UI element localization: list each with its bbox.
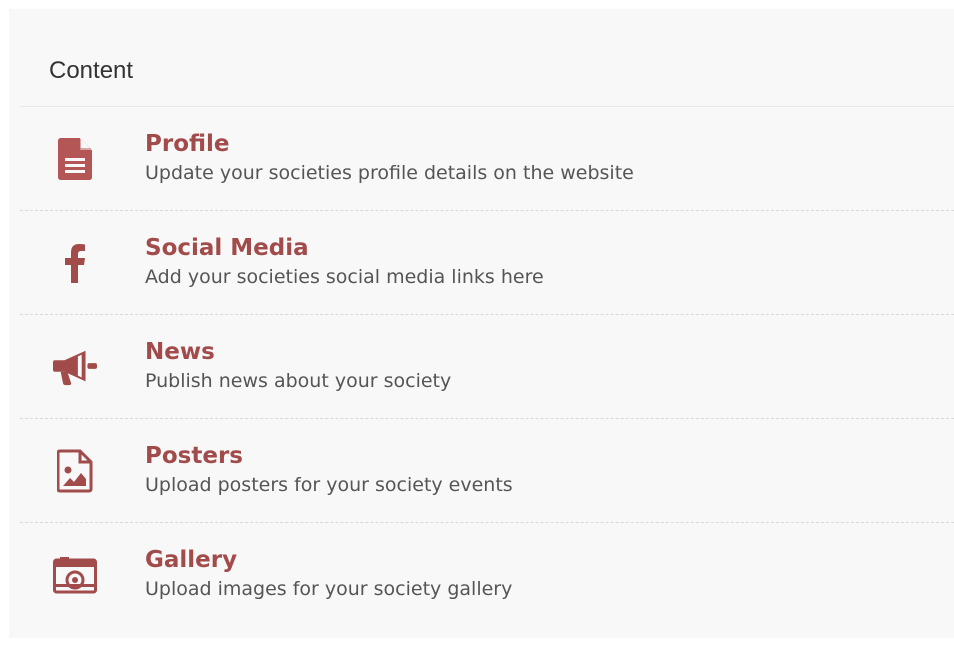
item-description: Upload images for your society gallery xyxy=(145,578,513,600)
image-file-icon xyxy=(53,449,97,493)
content-list: Profile Update your societies profile de… xyxy=(20,107,954,627)
item-title[interactable]: Social Media xyxy=(145,234,544,262)
item-text: News Publish news about your society xyxy=(145,338,451,394)
item-text: Gallery Upload images for your society g… xyxy=(145,546,512,602)
list-item-gallery[interactable]: Gallery Upload images for your society g… xyxy=(20,523,954,627)
item-description: Add your societies social media links he… xyxy=(145,266,544,288)
list-item-social-media[interactable]: Social Media Add your societies social m… xyxy=(20,211,954,315)
list-item-posters[interactable]: Posters Upload posters for your society … xyxy=(20,419,954,523)
list-item-profile[interactable]: Profile Update your societies profile de… xyxy=(20,107,954,211)
item-title[interactable]: News xyxy=(145,338,451,366)
item-title[interactable]: Profile xyxy=(145,130,634,158)
item-text: Posters Upload posters for your society … xyxy=(145,442,513,498)
camera-icon xyxy=(53,553,97,597)
panel-header: Content xyxy=(20,9,954,107)
item-text: Social Media Add your societies social m… xyxy=(145,234,544,290)
item-description: Publish news about your society xyxy=(145,370,452,392)
panel-title: Content xyxy=(49,57,134,84)
document-icon xyxy=(53,137,97,181)
list-item-news[interactable]: News Publish news about your society xyxy=(20,315,954,419)
item-description: Upload posters for your society events xyxy=(145,474,513,496)
facebook-icon xyxy=(53,241,97,285)
item-title[interactable]: Gallery xyxy=(145,546,512,574)
megaphone-icon xyxy=(53,345,97,389)
item-text: Profile Update your societies profile de… xyxy=(145,130,634,186)
item-title[interactable]: Posters xyxy=(145,442,513,470)
content-panel: Content Profile Update your societies pr… xyxy=(9,9,954,638)
item-description: Update your societies profile details on… xyxy=(145,162,634,184)
